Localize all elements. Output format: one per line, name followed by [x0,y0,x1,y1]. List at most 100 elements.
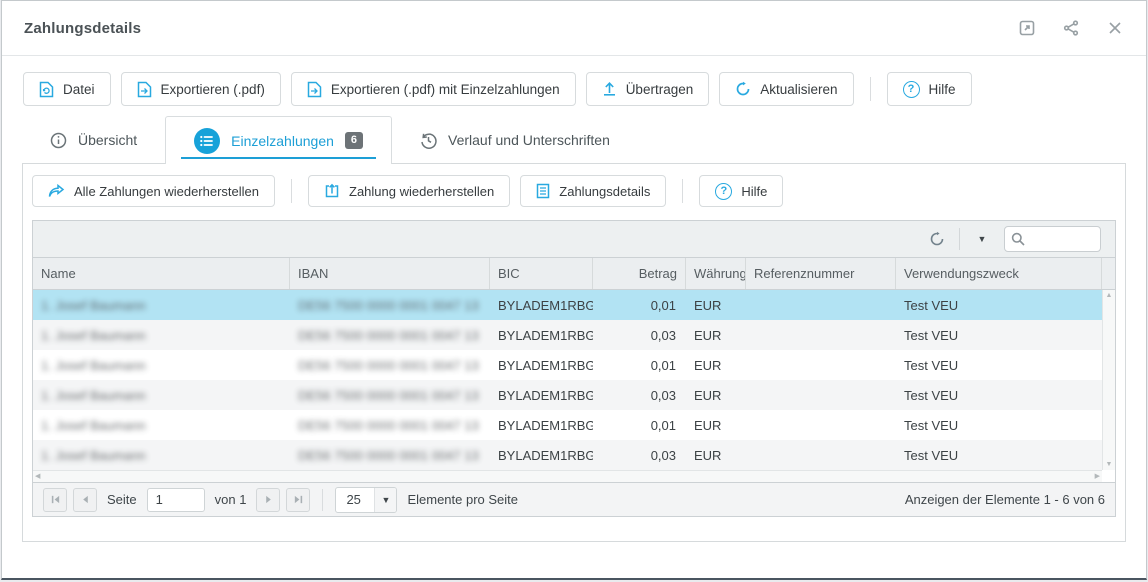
hilfe-label: Hilfe [929,82,956,97]
zahlung-wiederherstellen-button[interactable]: Zahlung wiederherstellen [308,175,510,207]
export-pdf-einzelzahlungen-button[interactable]: Exportieren (.pdf) mit Einzelzahlungen [291,72,576,106]
column-header-waehrung[interactable]: Währung [686,258,746,289]
column-header-spacer [1102,258,1115,289]
payments-grid: ▼ Name IBAN BIC Betrag Währung Referenzn… [32,220,1116,517]
toolbar-divider [870,77,871,101]
last-page-button[interactable] [286,488,310,512]
table-row[interactable]: 1. Josef Baumann DE56 7500 0000 0001 004… [33,380,1102,410]
cell-name: 1. Josef Baumann [33,298,290,313]
page-title: Zahlungsdetails [24,20,141,37]
grid-menu-caret-icon[interactable]: ▼ [970,227,994,251]
cell-iban: DE56 7500 0000 0001 0047 13 [290,448,490,463]
cell-waehrung: EUR [686,298,746,313]
scroll-right-icon[interactable]: ▶ [1095,473,1100,480]
tab-einzelzahlungen[interactable]: Einzelzahlungen 6 [165,116,392,164]
table-row[interactable]: 1. Josef Baumann DE56 7500 0000 0001 004… [33,410,1102,440]
next-page-button[interactable] [256,488,280,512]
scroll-down-icon[interactable]: ▼ [1106,461,1113,468]
scroll-up-icon[interactable]: ▲ [1106,292,1113,299]
uebertragen-button[interactable]: Übertragen [586,72,710,106]
help-icon: ? [715,183,732,200]
subtoolbar-divider [291,179,292,203]
page-number-input[interactable] [147,488,205,512]
cell-verwendungszweck: Test VEU [896,328,1102,343]
history-icon [420,132,437,149]
tab-einzelzahlungen-label: Einzelzahlungen [231,133,334,149]
alle-zahlungen-wiederherstellen-button[interactable]: Alle Zahlungen wiederherstellen [32,175,275,207]
cell-bic: BYLADEM1RBG [490,328,593,343]
cell-iban: DE56 7500 0000 0001 0047 13 [290,388,490,403]
table-row[interactable]: 1. Josef Baumann DE56 7500 0000 0001 004… [33,290,1102,320]
per-page-label: Elemente pro Seite [407,492,518,507]
grid-toolbar-divider [959,228,960,250]
popout-icon[interactable] [1018,19,1036,37]
cell-betrag: 0,03 [593,448,686,463]
tab-verlauf-label: Verlauf und Unterschriften [448,132,610,148]
info-icon [50,132,67,149]
export-pdf-button[interactable]: Exportieren (.pdf) [121,72,281,106]
refresh-icon [735,81,751,97]
file-export-icon [307,81,322,98]
column-header-iban[interactable]: IBAN [290,258,490,289]
column-header-referenznummer[interactable]: Referenznummer [746,258,896,289]
cell-iban: DE56 7500 0000 0001 0047 13 [290,298,490,313]
grid-hilfe-label: Hilfe [741,184,767,199]
column-header-name[interactable]: Name [33,258,290,289]
table-row[interactable]: 1. Josef Baumann DE56 7500 0000 0001 004… [33,320,1102,350]
cell-betrag: 0,03 [593,328,686,343]
horizontal-scrollbar[interactable]: ◀ ▶ [33,470,1102,482]
column-header-verwendungszweck[interactable]: Verwendungszweck [896,258,1102,289]
box-arrow-up-icon [324,183,340,199]
table-row[interactable]: 1. Josef Baumann DE56 7500 0000 0001 004… [33,440,1102,470]
column-header-bic[interactable]: BIC [490,258,593,289]
pagination-bar: Seite von 1 25 ▼ Elemente pro Seite Anze… [33,482,1115,516]
cell-waehrung: EUR [686,448,746,463]
aktualisieren-button[interactable]: Aktualisieren [719,72,853,106]
cell-betrag: 0,01 [593,418,686,433]
close-icon[interactable] [1106,19,1124,37]
chevron-down-icon: ▼ [374,488,396,512]
cell-name: 1. Josef Baumann [33,328,290,343]
cell-bic: BYLADEM1RBG [490,388,593,403]
datei-label: Datei [63,82,95,97]
datei-button[interactable]: Datei [23,72,111,106]
cell-bic: BYLADEM1RBG [490,298,593,313]
tab-uebersicht[interactable]: Übersicht [22,116,165,164]
column-header-betrag[interactable]: Betrag [593,258,686,289]
tab-uebersicht-label: Übersicht [78,132,137,148]
cell-betrag: 0,03 [593,388,686,403]
grid-refresh-icon[interactable] [925,227,949,251]
cell-iban: DE56 7500 0000 0001 0047 13 [290,418,490,433]
upload-icon [602,81,617,97]
subtoolbar-divider [682,179,683,203]
vertical-scrollbar[interactable]: ▲ ▼ [1102,290,1115,470]
previous-page-button[interactable] [73,488,97,512]
hilfe-button[interactable]: ? Hilfe [887,72,972,106]
table-row[interactable]: 1. Josef Baumann DE56 7500 0000 0001 004… [33,350,1102,380]
cell-bic: BYLADEM1RBG [490,448,593,463]
pagination-summary: Anzeigen der Elemente 1 - 6 von 6 [905,492,1105,507]
einzelzahlungen-panel: Alle Zahlungen wiederherstellen Zahlung … [22,163,1126,542]
first-page-button[interactable] [43,488,67,512]
tab-strip: Übersicht Einzelzahlungen 6 Verlauf und … [22,116,1126,164]
share-icon[interactable] [1062,19,1080,37]
list-icon [194,128,220,154]
pager-divider [322,489,323,511]
grid-body: 1. Josef Baumann DE56 7500 0000 0001 004… [33,290,1115,482]
grid-header: Name IBAN BIC Betrag Währung Referenznum… [33,258,1115,290]
cell-verwendungszweck: Test VEU [896,298,1102,313]
tab-verlauf[interactable]: Verlauf und Unterschriften [392,116,638,164]
cell-betrag: 0,01 [593,358,686,373]
cell-waehrung: EUR [686,388,746,403]
scroll-left-icon[interactable]: ◀ [35,473,40,480]
cell-name: 1. Josef Baumann [33,448,290,463]
page-size-select[interactable]: 25 ▼ [335,487,397,513]
main-toolbar: Datei Exportieren (.pdf) Exportieren (.p… [2,56,1146,106]
grid-hilfe-button[interactable]: ? Hilfe [699,175,783,207]
grid-action-toolbar: Alle Zahlungen wiederherstellen Zahlung … [23,164,1125,218]
zahlungsdetails-button[interactable]: Zahlungsdetails [520,175,666,207]
cell-verwendungszweck: Test VEU [896,358,1102,373]
file-icon [39,81,54,98]
cell-waehrung: EUR [686,418,746,433]
cell-bic: BYLADEM1RBG [490,358,593,373]
